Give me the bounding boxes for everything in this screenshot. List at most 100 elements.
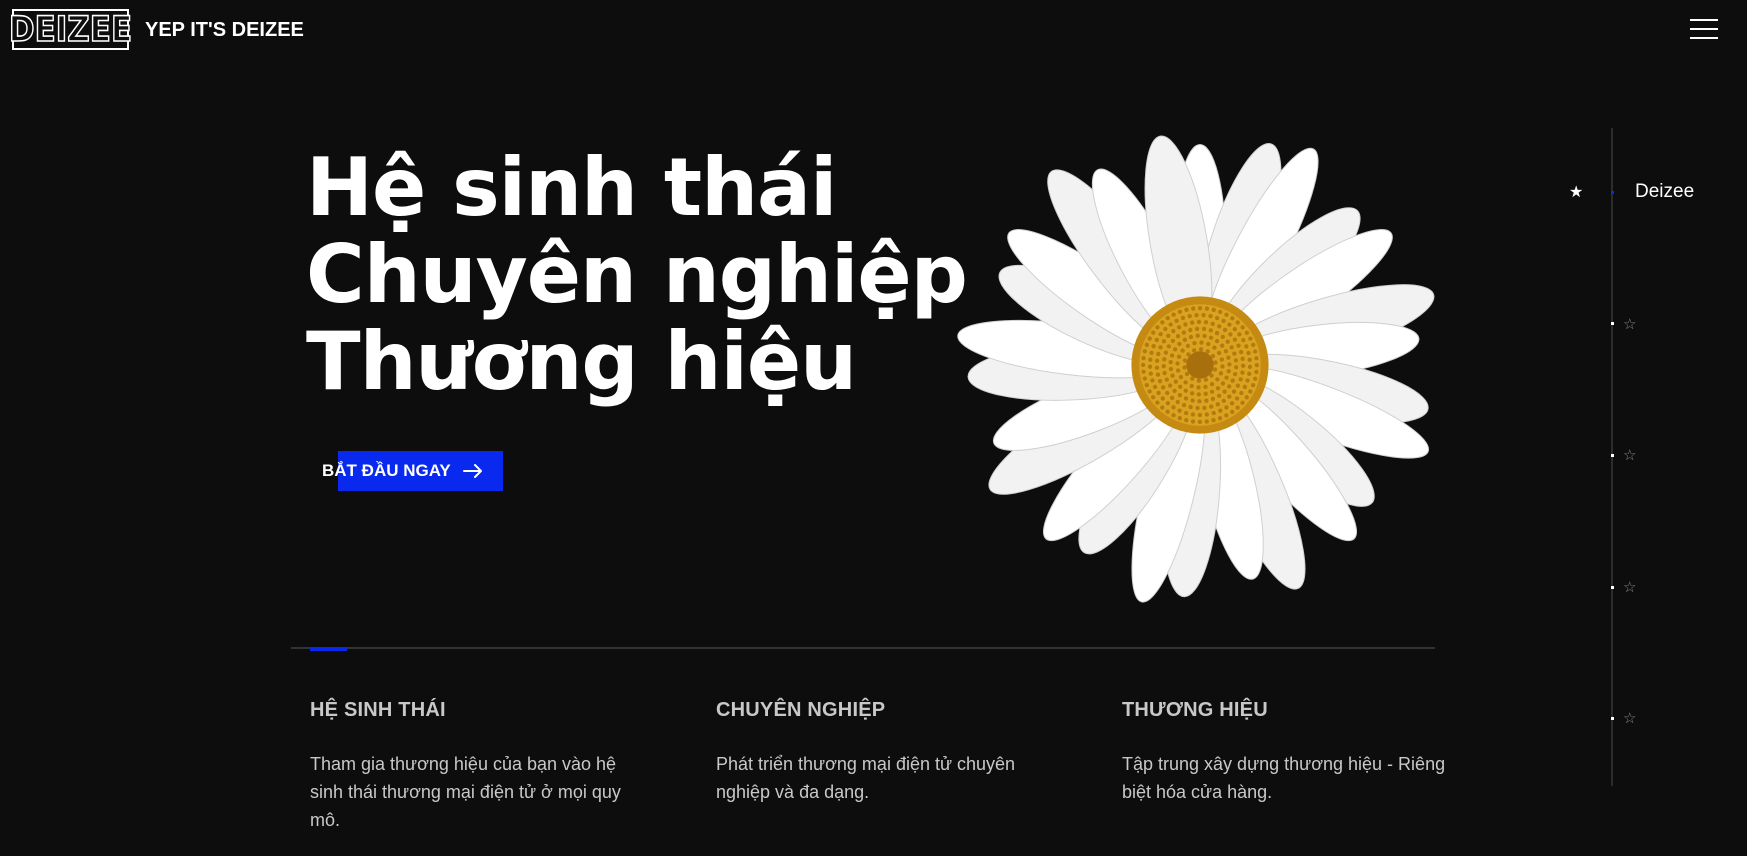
seed-dot: [1195, 405, 1200, 411]
seed-dot: [1191, 348, 1197, 353]
seed-dot: [1228, 332, 1233, 337]
section-divider: [291, 647, 1435, 649]
slide-nav-label[interactable]: Deizee: [1635, 181, 1694, 203]
seed-dot: [1189, 383, 1194, 389]
deizee-logo[interactable]: DEIZEE: [8, 9, 133, 51]
seed-dot: [1208, 313, 1213, 319]
feature-title: THƯƠNG HIỆU: [1122, 699, 1268, 721]
seed-dot: [1165, 409, 1170, 414]
hero-title-line-1: Hệ sinh thái: [306, 141, 837, 234]
seed-dot: [1254, 356, 1259, 361]
seed-dot: [1163, 326, 1168, 332]
seed-dot: [1227, 362, 1232, 367]
seed-dot: [1240, 325, 1245, 330]
seed-dot: [1156, 390, 1161, 396]
site-tagline: YEP IT'S DEIZEE: [145, 19, 304, 41]
seed-dot: [1232, 371, 1238, 377]
seed-dot: [1172, 388, 1177, 394]
seed-dot: [1248, 336, 1253, 341]
seed-dot: [1198, 347, 1204, 352]
seed-dot: [1151, 395, 1156, 400]
slide-nav-star-icon-5[interactable]: ☆: [1623, 710, 1636, 726]
seed-dot: [1254, 369, 1259, 375]
seed-dot: [1155, 400, 1160, 405]
seed-dot: [1147, 389, 1152, 394]
seed-dot: [1182, 365, 1187, 370]
seed-dot: [1178, 374, 1184, 380]
seed-dot: [1211, 410, 1216, 416]
seed-dot: [1184, 418, 1189, 423]
slide-nav-star-icon-2[interactable]: ☆: [1623, 316, 1636, 332]
seed-dot: [1171, 413, 1176, 418]
seed-dot: [1212, 345, 1217, 350]
seed-dot: [1144, 382, 1149, 388]
seed-dot: [1175, 334, 1181, 339]
seed-dot: [1160, 320, 1165, 325]
seed-dot: [1203, 384, 1208, 390]
seed-dot: [1211, 307, 1216, 312]
seed-dot: [1174, 318, 1179, 323]
seed-dot: [1202, 405, 1207, 411]
seed-dot: [1201, 312, 1206, 318]
arrow-right-icon: [462, 464, 482, 478]
seed-dot: [1144, 342, 1150, 347]
seed-dot: [1201, 326, 1207, 332]
seed-dot: [1168, 322, 1173, 327]
slide-nav-dot-4: [1611, 586, 1614, 589]
seed-dot: [1157, 379, 1163, 384]
seed-dot: [1245, 378, 1250, 383]
seed-dot: [1232, 337, 1238, 342]
seed-dot: [1167, 383, 1173, 388]
seed-dot: [1181, 402, 1187, 408]
seed-dot: [1239, 390, 1244, 396]
seed-dot: [1177, 341, 1182, 347]
seed-dot: [1206, 341, 1211, 347]
seed-dot: [1232, 351, 1237, 356]
seed-dot: [1254, 362, 1259, 368]
seed-dot: [1163, 350, 1169, 355]
seed-dot: [1214, 330, 1220, 336]
seed-dot: [1194, 312, 1199, 318]
seed-dot: [1184, 410, 1189, 416]
seed-dot: [1158, 331, 1163, 337]
seed-dot: [1226, 369, 1231, 374]
seed-dot: [1204, 306, 1210, 311]
seed-dot: [1244, 395, 1249, 400]
seed-dot: [1182, 358, 1188, 363]
seed-dot: [1187, 313, 1192, 319]
seed-dot: [1152, 384, 1158, 390]
seed-dot: [1154, 358, 1160, 363]
seed-dot: [1211, 418, 1216, 423]
seed-dot: [1141, 355, 1146, 361]
seed-dot: [1142, 349, 1147, 354]
seed-dot: [1165, 390, 1170, 396]
seed-dot: [1233, 358, 1239, 363]
seed-dot: [1162, 357, 1167, 362]
seed-dot: [1182, 337, 1187, 342]
seed-dot: [1197, 412, 1203, 418]
hamburger-menu-icon[interactable]: [1690, 17, 1718, 41]
seed-dot: [1177, 309, 1183, 314]
seed-dot: [1166, 344, 1171, 349]
seed-dot: [1141, 369, 1146, 374]
seed-dot: [1151, 344, 1156, 349]
seed-dot: [1176, 354, 1182, 359]
slide-nav-star-icon-1[interactable]: ★: [1569, 184, 1583, 200]
seed-dot: [1155, 372, 1161, 377]
seed-dot: [1253, 376, 1258, 381]
seed-dot: [1230, 409, 1235, 414]
seed-dot: [1183, 380, 1188, 385]
seed-dot: [1227, 322, 1232, 327]
start-now-button[interactable]: BẮT ĐẦU NGAY: [322, 451, 503, 491]
seed-dot: [1176, 325, 1182, 330]
seed-dot: [1217, 324, 1222, 329]
seed-dot: [1225, 339, 1230, 344]
slide-nav-star-icon-3[interactable]: ☆: [1623, 447, 1636, 463]
slide-nav-star-icon-4[interactable]: ☆: [1623, 579, 1636, 595]
seed-dot: [1184, 307, 1189, 312]
seed-dot: [1222, 327, 1228, 333]
hero-title: Hệ sinh thái Chuyên nghiệp Thương hiệu: [306, 141, 968, 405]
seed-dot: [1178, 384, 1183, 389]
seed-dot: [1246, 350, 1251, 356]
seed-dot: [1180, 315, 1186, 321]
